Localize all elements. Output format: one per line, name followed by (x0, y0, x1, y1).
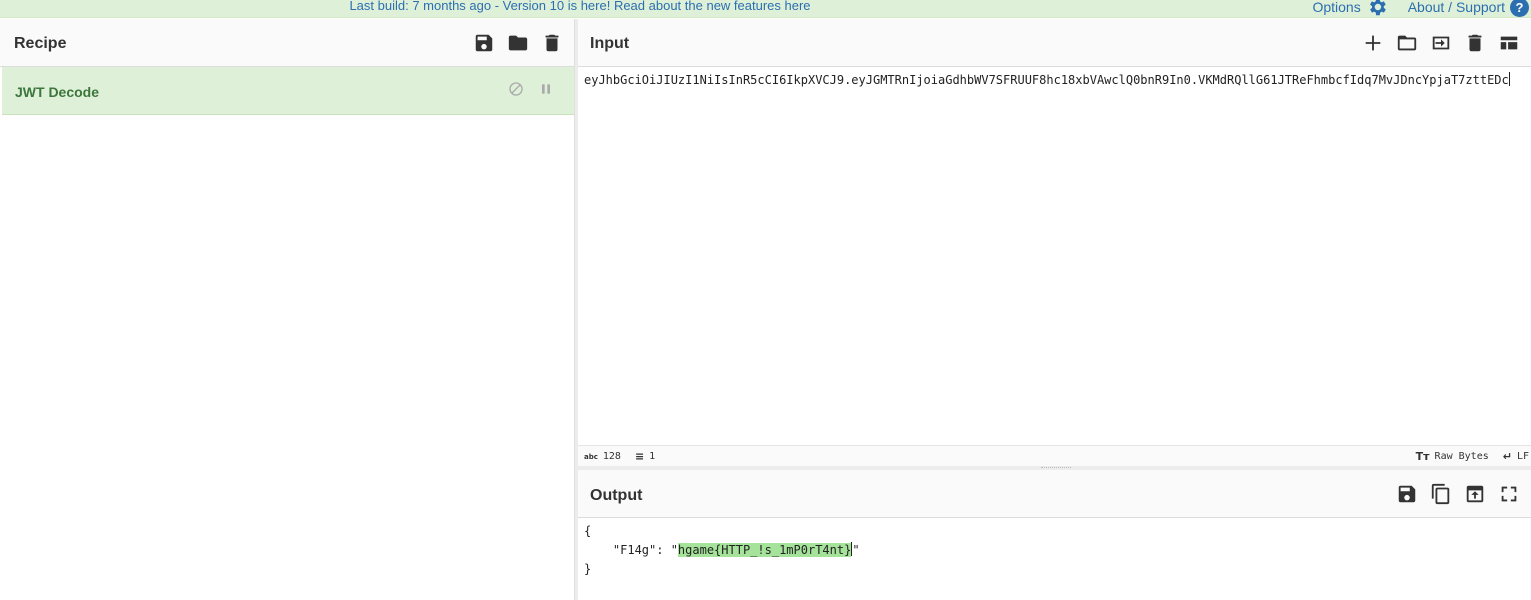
line-count-value: 1 (649, 451, 656, 462)
about-support-label: About / Support (1407, 0, 1505, 15)
output-textarea[interactable]: { "F14g": "hgame{HTTP_!s_1mP0rT4nt}" } (584, 522, 860, 579)
help-icon: ? (1510, 0, 1529, 17)
build-notice: Last build: 7 months ago - Version 10 is… (0, 0, 1160, 18)
import-icon (1432, 36, 1450, 50)
output-line-2-suffix: " (852, 543, 860, 557)
output-line-2-prefix: "F14g": " (584, 543, 678, 557)
encoding-label: Raw Bytes (1434, 451, 1489, 462)
save-icon (475, 34, 493, 52)
lines-icon: ≡ (634, 450, 645, 463)
layout-icon (1500, 36, 1518, 50)
trash-icon (545, 34, 559, 52)
output-line-3: } (584, 562, 592, 576)
save-icon (1398, 485, 1416, 503)
line-count: ≡ 1 (635, 450, 655, 463)
build-notice-text: Last build: 7 months ago - Version 10 is… (349, 0, 785, 13)
load-recipe-button[interactable] (506, 31, 530, 55)
text-format-icon: Tт (1415, 450, 1430, 463)
features-link[interactable]: here (785, 0, 811, 13)
disable-icon (509, 82, 523, 96)
replace-input-button[interactable] (1463, 482, 1487, 506)
recipe-header: Recipe (0, 19, 574, 67)
eol-selector[interactable]: ↵ LF (1503, 450, 1529, 463)
pause-icon (542, 84, 550, 94)
open-file-button[interactable] (1429, 31, 1453, 55)
text-caret (1508, 72, 1510, 86)
input-header: Input (578, 19, 1531, 67)
char-count-value: 128 (602, 451, 621, 462)
output-highlight: hgame{HTTP_!s_1mP0rT4nt} (677, 543, 852, 557)
output-pane: Output { "F14g": "hgame{HTTP_!s_1mP0rT4n… (578, 470, 1531, 600)
gear-icon (1369, 0, 1386, 16)
input-pane: Input eyJhbGciOiJIUzI1NiIsInR5cCI6IkpXVC… (578, 19, 1531, 465)
folder-icon (508, 35, 528, 51)
open-folder-button[interactable] (1395, 31, 1419, 55)
plus-icon (1365, 35, 1381, 51)
options-label: Options (1312, 0, 1361, 15)
recipe-title: Recipe (14, 35, 67, 52)
clear-input-button[interactable] (1463, 31, 1487, 55)
add-input-tab-button[interactable] (1361, 31, 1385, 55)
breakpoint-button[interactable] (538, 81, 554, 102)
folder-icon (1397, 35, 1417, 51)
disable-operation-button[interactable] (508, 81, 524, 102)
output-title: Output (590, 487, 643, 504)
input-value: eyJhbGciOiJIUzI1NiIsInR5cCI6IkpXVCJ9.eyJ… (584, 73, 1509, 87)
trash-icon (1468, 34, 1482, 52)
save-recipe-button[interactable] (472, 31, 496, 55)
operation-name: JWT Decode (15, 84, 100, 100)
operation-jwt-decode[interactable]: JWT Decode (2, 67, 574, 115)
save-output-button[interactable] (1395, 482, 1419, 506)
abc-icon: abc (584, 452, 598, 461)
about-support-button[interactable]: About / Support ? (1408, 0, 1529, 17)
export-icon (1466, 485, 1484, 503)
maximise-output-button[interactable] (1497, 482, 1521, 506)
top-banner: Last build: 7 months ago - Version 10 is… (0, 0, 1531, 18)
char-count: abc 128 (584, 451, 621, 462)
input-status-bar: abc 128 ≡ 1 Tт Raw Bytes ↵ LF (578, 445, 1531, 466)
output-line-1: { (584, 524, 592, 538)
copy-icon (1431, 483, 1450, 505)
return-icon: ↵ (1502, 450, 1512, 463)
resize-grip (1041, 467, 1071, 469)
options-button[interactable]: Options (1312, 0, 1387, 18)
input-textarea[interactable]: eyJhbGciOiJIUzI1NiIsInR5cCI6IkpXVCJ9.eyJ… (584, 71, 1528, 90)
reset-layout-button[interactable] (1497, 31, 1521, 55)
input-title: Input (590, 35, 630, 52)
copy-output-button[interactable] (1429, 482, 1453, 506)
recipe-pane: Recipe JWT Decode (0, 19, 574, 600)
eol-label: LF (1516, 451, 1529, 462)
clear-recipe-button[interactable] (540, 31, 564, 55)
output-header: Output (578, 470, 1531, 518)
encoding-selector[interactable]: Tт Raw Bytes (1416, 450, 1489, 463)
fullscreen-icon (1501, 486, 1517, 502)
